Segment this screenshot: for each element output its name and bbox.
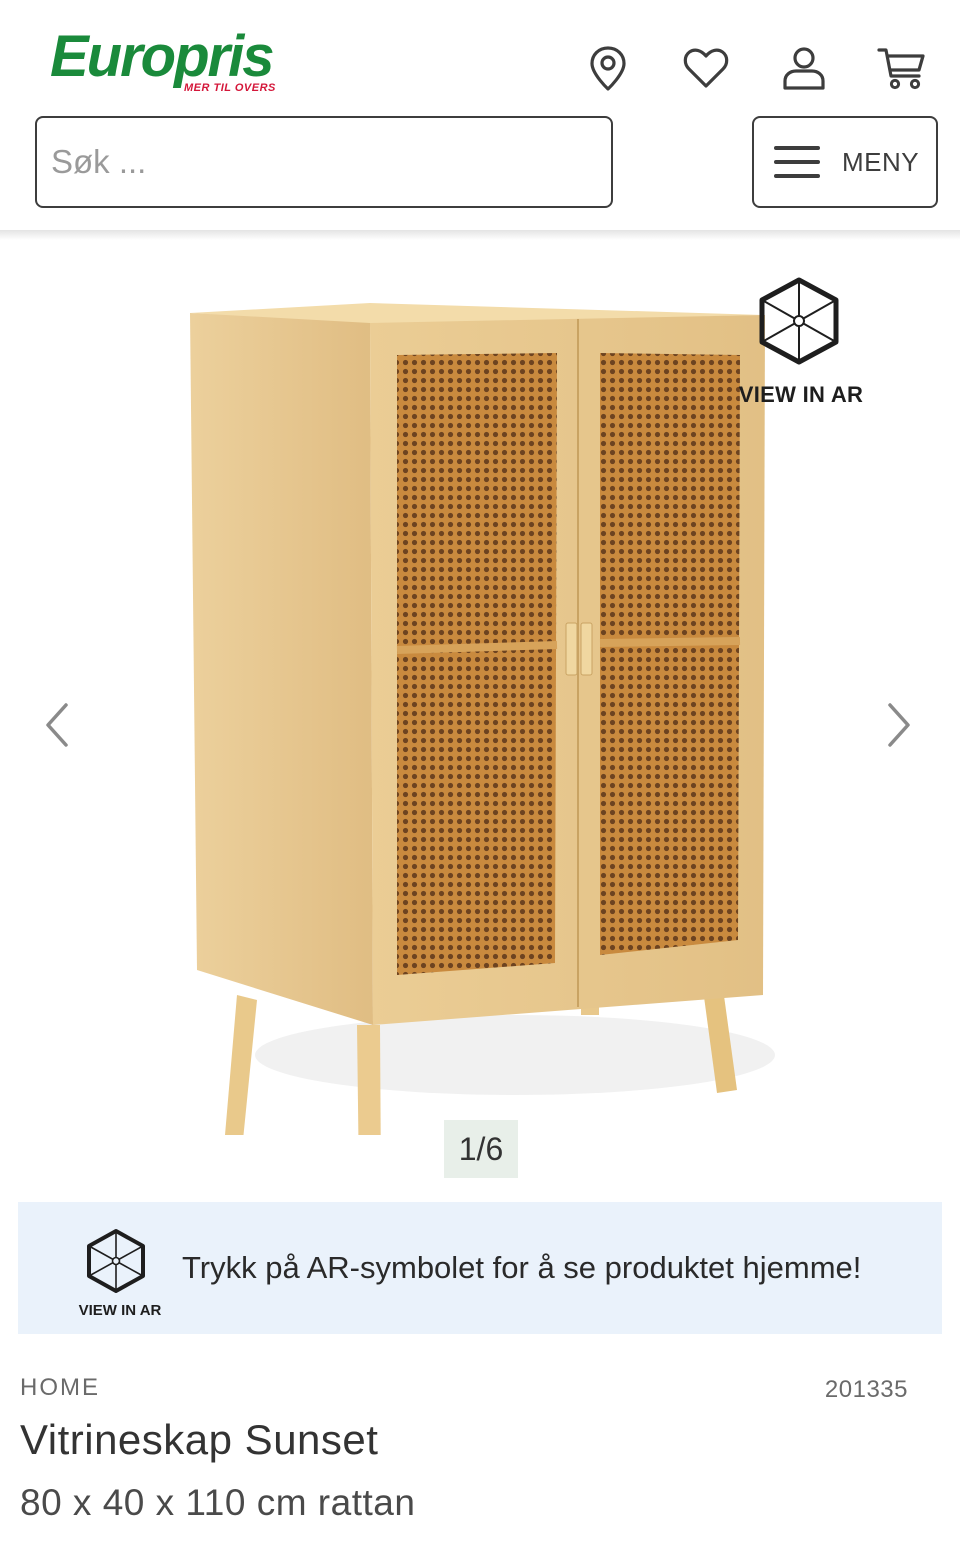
ar-banner-text: Trykk på AR-symbolet for å se produktet …: [182, 1250, 862, 1285]
hamburger-icon: [774, 144, 820, 180]
product-brand[interactable]: HOME: [20, 1374, 100, 1402]
store-locator-button[interactable]: [580, 40, 636, 96]
search-box: [35, 116, 613, 208]
cart-button[interactable]: [874, 40, 930, 96]
ar-banner-label: VIEW IN AR: [78, 1302, 162, 1319]
previous-image-button[interactable]: [38, 695, 78, 755]
europris-logo[interactable]: Europris MER TIL OVERS: [50, 26, 290, 102]
heart-icon: [683, 48, 729, 88]
logo-wordmark: Europris: [50, 24, 274, 89]
menu-button[interactable]: MENY: [752, 116, 938, 208]
location-pin-icon: [590, 46, 626, 91]
header-divider: [0, 230, 960, 240]
product-image-rattan-cabinet[interactable]: [185, 295, 785, 1135]
ar-info-banner: VIEW IN AR Trykk på AR-symbolet for å se…: [18, 1202, 942, 1334]
ar-cube-icon: [759, 277, 839, 365]
site-header: Europris MER TIL OVERS MENY: [0, 0, 960, 232]
view-in-ar-label: VIEW IN AR: [738, 382, 864, 407]
logo-tagline: MER TIL OVERS: [184, 82, 276, 94]
user-icon: [783, 47, 825, 90]
menu-label: MENY: [842, 146, 920, 177]
product-subtitle: 80 x 40 x 110 cm rattan: [20, 1482, 416, 1523]
product-gallery: VIEW IN AR 1/6: [0, 240, 960, 1190]
chevron-left-icon: [46, 703, 68, 747]
search-input[interactable]: [37, 118, 611, 206]
view-in-ar-button[interactable]: VIEW IN AR: [732, 276, 872, 416]
image-pager: 1/6: [444, 1120, 518, 1178]
next-image-button[interactable]: [878, 695, 918, 755]
cart-icon: [877, 48, 925, 90]
chevron-right-icon: [888, 703, 910, 747]
ar-cube-icon: [87, 1229, 145, 1293]
account-button[interactable]: [776, 40, 832, 96]
product-title: Vitrineskap Sunset: [20, 1416, 379, 1463]
product-sku: 201335: [824, 1376, 908, 1403]
wishlist-button[interactable]: [678, 40, 734, 96]
